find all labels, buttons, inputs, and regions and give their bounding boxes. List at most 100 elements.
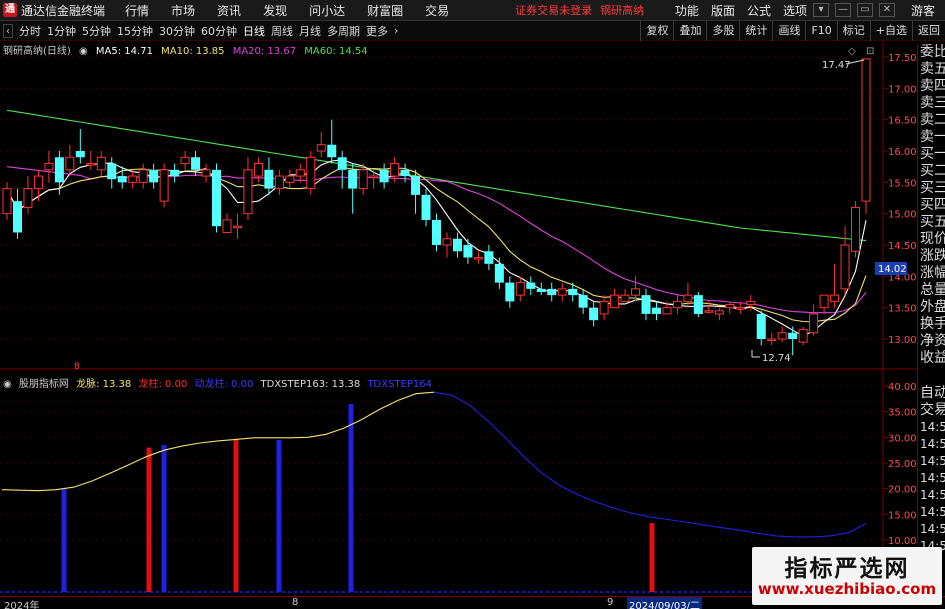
candle-body-down: [337, 157, 347, 170]
candle-body-down: [526, 282, 536, 289]
candle-body-up: [306, 156, 316, 190]
candle-body-up: [138, 169, 148, 183]
candle-body-up: [442, 238, 452, 246]
quote-field-18: 收益: [920, 350, 945, 366]
indicator-bar-6: [649, 523, 655, 592]
indicator-dot-icon[interactable]: ◉: [3, 379, 12, 390]
candle-body-up: [65, 156, 75, 171]
candle-body-up: [222, 219, 232, 233]
indicator-tick-2: 30.00: [888, 433, 917, 444]
tick-field-5: 14:56: [920, 471, 945, 485]
candle-body-up: [274, 175, 284, 190]
candle-body-down: [505, 282, 515, 302]
candle-body-up: [358, 169, 368, 190]
candle-body-up: [44, 163, 54, 171]
price-tick-0: 17.50: [888, 53, 917, 64]
quote-field-12: 涨跌: [920, 248, 945, 264]
candle-body-down: [568, 288, 578, 296]
tick-field-0: 自动: [920, 385, 945, 401]
candle-body-up: [725, 304, 735, 309]
tick-side-panel: 自动交易14:5614:5614:5614:5614:5614:5614:561…: [917, 385, 945, 553]
watermark-banner: 指标严选网 www.xuezhibiao.com: [752, 547, 942, 605]
candle-body-down: [547, 288, 557, 296]
candle-body-down: [589, 307, 599, 321]
candle-body-up: [767, 338, 777, 341]
candle-body-down: [264, 169, 274, 189]
candle-body-down: [75, 151, 85, 158]
candle-body-down: [170, 169, 180, 177]
candle-body-up: [746, 300, 756, 306]
indicator-bar-5: [348, 403, 354, 592]
indicator-donglongzhu: 动龙柱: 0.00: [194, 379, 254, 390]
candle-body-up: [295, 169, 305, 177]
candle-body-up: [557, 288, 567, 296]
candle-body-down: [651, 307, 661, 314]
quote-field-3: 卖三: [920, 95, 945, 111]
candle-body-up: [232, 225, 242, 229]
candle-body-up: [515, 282, 525, 296]
candle-body-up: [610, 294, 620, 309]
quote-field-10: 买五: [920, 214, 945, 230]
quote-field-0: 委比: [920, 44, 945, 60]
ma20-label: MA20: 13.67: [232, 46, 297, 57]
candle-body-down: [641, 295, 651, 314]
candle-body-up: [285, 175, 295, 183]
candle-body-up: [369, 175, 379, 179]
quote-field-9: 买四: [920, 197, 945, 213]
candle-body-down: [452, 238, 462, 252]
indicator-tick-4: 20.00: [888, 485, 917, 496]
candle-body-up: [159, 169, 169, 202]
candle-body-down: [494, 263, 504, 283]
quote-field-4: 卖二: [920, 112, 945, 128]
quote-field-15: 外盘: [920, 299, 945, 315]
candle-body-down: [191, 157, 201, 170]
candle-body-down: [536, 288, 546, 292]
settings-icon[interactable]: ⊡: [866, 46, 874, 57]
candle-body-up: [735, 307, 745, 310]
price-tick-4: 15.50: [888, 178, 917, 189]
date-label-aug: 8: [292, 597, 299, 608]
tick-field-7: 14:56: [920, 505, 945, 519]
quote-field-5: 卖一: [920, 129, 945, 145]
indicator-longzhu: 龙柱: 0.00: [138, 379, 188, 390]
indicator-tick-5: 15.00: [888, 510, 917, 521]
diamond-icon[interactable]: ◇: [848, 46, 856, 57]
quote-field-2: 卖四: [920, 78, 945, 94]
candle-body-down: [693, 295, 703, 314]
candle-body-down: [411, 176, 421, 195]
date-cursor-label: 2024/09/03/二: [627, 597, 703, 609]
price-tick-3: 16.00: [888, 147, 917, 158]
candle-body-up: [390, 163, 400, 177]
indicator-legend: ◉ 股朋指标网 龙脉: 13.38 龙柱: 0.00 动龙柱: 0.00 TDX…: [3, 375, 436, 390]
candle-body-up: [128, 175, 138, 183]
quote-field-1: 卖五: [920, 61, 945, 77]
tick-field-8: 14:56: [920, 522, 945, 536]
candle-body-up: [840, 244, 850, 290]
kline-chart-canvas[interactable]: 17.5017.0016.5016.0015.5015.0014.5014.00…: [0, 0, 945, 609]
candle-body-up: [2, 188, 12, 215]
chart-name: 钢研高纳(日线): [3, 46, 71, 57]
indicator-tick-0: 40.00: [888, 382, 917, 393]
legend-dot-icon[interactable]: ◉: [79, 46, 88, 57]
tick-field-3: 14:56: [920, 437, 945, 451]
candle-body-up: [473, 257, 483, 260]
candle-body-up: [201, 169, 211, 177]
quote-field-8: 买三: [920, 180, 945, 196]
candle-body-down: [421, 194, 431, 220]
indicator-name: 股朋指标网: [18, 379, 69, 390]
candle-body-down: [212, 169, 222, 227]
candle-body-up: [180, 156, 190, 165]
candle-body-up: [86, 163, 96, 166]
indicator-marker: 8: [74, 362, 80, 372]
candle-body-up: [861, 58, 871, 202]
candle-body-up: [631, 288, 641, 296]
candle-body-down: [379, 169, 389, 183]
date-label-sep: 9: [607, 597, 614, 608]
ma10-label: MA10: 13.85: [161, 46, 225, 57]
candle-body-up: [33, 175, 43, 190]
candle-body-down: [107, 163, 117, 180]
candle-body-up: [599, 300, 609, 315]
quote-field-17: 净资: [920, 333, 945, 349]
candle-body-up: [23, 188, 33, 208]
candle-body-up: [830, 294, 840, 302]
